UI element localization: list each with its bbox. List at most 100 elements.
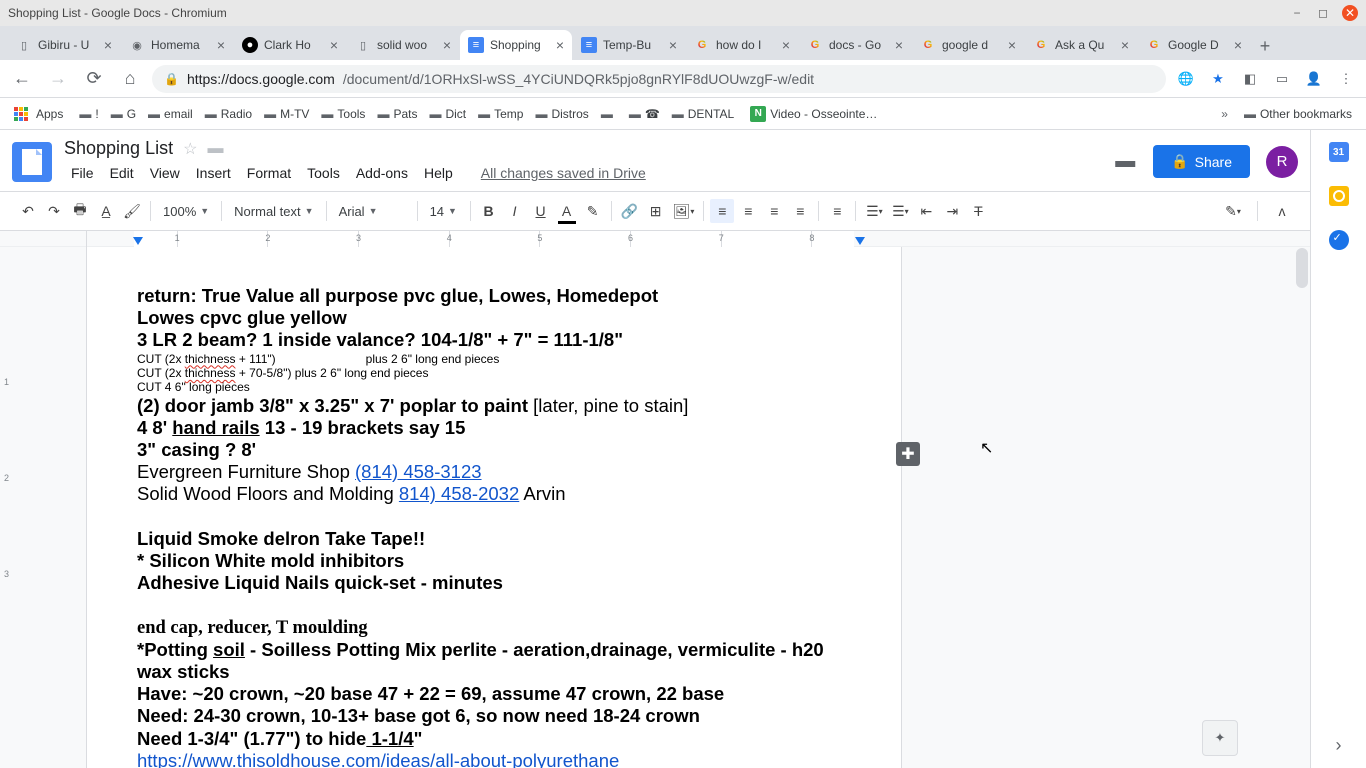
browser-tab-4[interactable]: ≡Shopping×: [460, 30, 572, 60]
keep-icon[interactable]: [1329, 186, 1349, 206]
tasks-icon[interactable]: [1329, 230, 1349, 250]
align-center-button[interactable]: ≡: [736, 199, 760, 223]
align-justify-button[interactable]: ≡: [788, 199, 812, 223]
forward-button[interactable]: →: [44, 65, 72, 93]
undo-button[interactable]: ↶: [16, 199, 40, 223]
document-title[interactable]: Shopping List: [64, 138, 173, 159]
document-content[interactable]: return: True Value all purpose pvc glue,…: [137, 285, 851, 768]
vertical-ruler[interactable]: 123: [0, 247, 15, 768]
bold-button[interactable]: B: [477, 199, 501, 223]
horizontal-ruler[interactable]: 12345678: [0, 231, 1310, 247]
profile-icon[interactable]: 👤: [1302, 67, 1326, 91]
chrome-menu-icon[interactable]: ⋮: [1334, 67, 1358, 91]
font-select[interactable]: Arial▼: [333, 204, 411, 219]
tab-close-icon[interactable]: ×: [556, 37, 564, 53]
browser-tab-0[interactable]: ▯Gibiru - U×: [8, 30, 120, 60]
reload-button[interactable]: ⟳: [80, 65, 108, 93]
menu-view[interactable]: View: [143, 161, 187, 185]
bookmark-item-3[interactable]: ▬Radio: [199, 103, 258, 125]
bookmark-item-11[interactable]: ▬☎: [623, 103, 666, 125]
browser-tab-10[interactable]: GGoogle D×: [1138, 30, 1250, 60]
menu-add-ons[interactable]: Add-ons: [349, 161, 415, 185]
style-select[interactable]: Normal text▼: [228, 204, 319, 219]
left-indent-marker[interactable]: [133, 237, 143, 245]
menu-edit[interactable]: Edit: [103, 161, 141, 185]
tab-close-icon[interactable]: ×: [895, 37, 903, 53]
other-bookmarks[interactable]: ▬Other bookmarks: [1238, 103, 1358, 125]
move-folder-icon[interactable]: ▬: [207, 140, 223, 158]
bookmark-item-9[interactable]: ▬Distros: [529, 103, 594, 125]
scrollbar-thumb[interactable]: [1296, 248, 1308, 288]
extension-icon-1[interactable]: ◧: [1238, 67, 1262, 91]
translate-icon[interactable]: 🌐: [1174, 67, 1198, 91]
home-button[interactable]: ⌂: [116, 65, 144, 93]
decrease-indent-button[interactable]: ⇤: [914, 199, 938, 223]
bookmark-item-7[interactable]: ▬Dict: [423, 103, 472, 125]
bookmark-star-icon[interactable]: ★: [1206, 67, 1230, 91]
hide-sidepanel-button[interactable]: ›: [1336, 735, 1342, 756]
vertical-scrollbar[interactable]: [1296, 248, 1308, 758]
menu-format[interactable]: Format: [240, 161, 298, 185]
bookmark-item-2[interactable]: ▬email: [142, 103, 199, 125]
browser-tab-3[interactable]: ▯solid woo×: [347, 30, 459, 60]
line-spacing-button[interactable]: ≡: [825, 199, 849, 223]
tab-close-icon[interactable]: ×: [217, 37, 225, 53]
highlight-button[interactable]: ✎: [581, 199, 605, 223]
insert-image-button[interactable]: 🖼▾: [670, 199, 698, 223]
apps-button[interactable]: Apps: [8, 103, 69, 125]
zoom-select[interactable]: 100%▼: [157, 204, 215, 219]
minimize-button[interactable]: −: [1290, 6, 1304, 20]
phone-link-1[interactable]: (814) 458-3123: [355, 461, 482, 482]
spellcheck-button[interactable]: A̲: [94, 199, 118, 223]
editing-mode-button[interactable]: ✎▾: [1221, 199, 1245, 223]
tab-close-icon[interactable]: ×: [669, 37, 677, 53]
tab-close-icon[interactable]: ×: [104, 37, 112, 53]
numbered-list-button[interactable]: ☰▾: [862, 199, 886, 223]
menu-file[interactable]: File: [64, 161, 101, 185]
maximize-button[interactable]: ◻: [1316, 6, 1330, 20]
underline-button[interactable]: U: [529, 199, 553, 223]
menu-help[interactable]: Help: [417, 161, 460, 185]
document-page[interactable]: return: True Value all purpose pvc glue,…: [86, 247, 902, 768]
bulleted-list-button[interactable]: ☰▾: [888, 199, 912, 223]
new-tab-button[interactable]: +: [1251, 32, 1279, 60]
bookmark-item-1[interactable]: ▬G: [105, 103, 142, 125]
bookmark-item-6[interactable]: ▬Pats: [371, 103, 423, 125]
bookmark-video[interactable]: NVideo - Osseointe…: [744, 102, 883, 126]
clear-formatting-button[interactable]: T: [966, 199, 990, 223]
paint-format-button[interactable]: 🖌: [120, 199, 144, 223]
browser-tab-5[interactable]: ≡Temp-Bu×: [573, 30, 685, 60]
tab-close-icon[interactable]: ×: [782, 37, 790, 53]
browser-tab-9[interactable]: GAsk a Qu×: [1025, 30, 1137, 60]
redo-button[interactable]: ↷: [42, 199, 66, 223]
browser-tab-1[interactable]: ◉Homema×: [121, 30, 233, 60]
bookmarks-overflow[interactable]: »: [1215, 107, 1234, 121]
docs-logo-icon[interactable]: [12, 142, 52, 182]
menu-tools[interactable]: Tools: [300, 161, 347, 185]
collapse-toolbar-button[interactable]: ʌ: [1270, 199, 1294, 223]
font-size-select[interactable]: 14▼: [424, 204, 464, 219]
print-button[interactable]: 🖶: [68, 199, 92, 223]
back-button[interactable]: ←: [8, 65, 36, 93]
insert-link-button[interactable]: 🔗: [618, 199, 642, 223]
browser-tab-6[interactable]: Ghow do I×: [686, 30, 798, 60]
tab-close-icon[interactable]: ×: [443, 37, 451, 53]
menu-insert[interactable]: Insert: [189, 161, 238, 185]
account-avatar[interactable]: R: [1266, 146, 1298, 178]
text-color-button[interactable]: A: [555, 199, 579, 223]
bookmark-item-4[interactable]: ▬M-TV: [258, 103, 315, 125]
calendar-icon[interactable]: 31: [1329, 142, 1349, 162]
bookmark-item-0[interactable]: ▬!: [73, 103, 104, 125]
align-right-button[interactable]: ≡: [762, 199, 786, 223]
share-button[interactable]: 🔒 Share: [1153, 145, 1250, 178]
add-comment-button[interactable]: ✚: [896, 442, 920, 466]
url-input[interactable]: 🔒 https://docs.google.com/document/d/1OR…: [152, 65, 1166, 93]
star-document-icon[interactable]: ☆: [183, 139, 197, 159]
browser-tab-7[interactable]: Gdocs - Go×: [799, 30, 911, 60]
bookmark-item-5[interactable]: ▬Tools: [315, 103, 371, 125]
increase-indent-button[interactable]: ⇥: [940, 199, 964, 223]
right-indent-marker[interactable]: [855, 237, 865, 245]
phone-link-2[interactable]: 814) 458-2032: [399, 483, 519, 504]
bookmark-item-8[interactable]: ▬Temp: [472, 103, 529, 125]
explore-button[interactable]: ✦: [1202, 720, 1238, 756]
